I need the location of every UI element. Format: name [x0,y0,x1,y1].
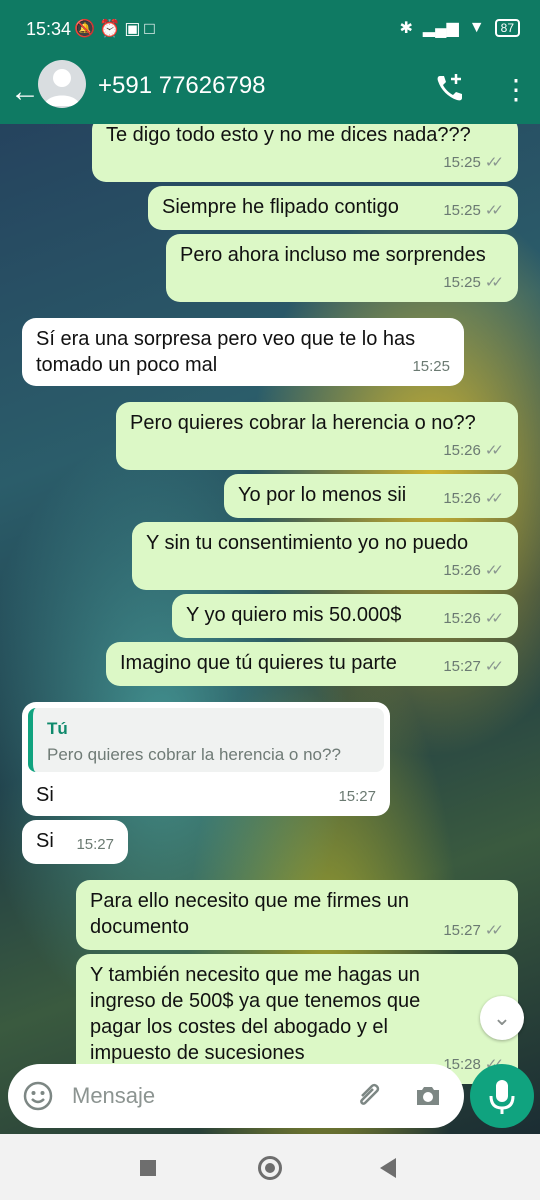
message-input[interactable] [72,1076,342,1116]
message-meta: 15:27 ✓✓ [443,654,504,680]
notification-icons: 🔕⏰▣□ [74,19,159,38]
message-bubble[interactable]: Para ello necesito que me firmes un docu… [76,880,518,950]
read-ticks-icon: ✓✓ [484,610,504,627]
read-ticks-icon: ✓✓ [484,562,504,579]
more-icon[interactable]: ⋮ [502,70,530,110]
message-text: Y sin tu consentimiento yo no puedo [146,532,469,554]
message-time: 15:25 [443,202,481,219]
message-bubble[interactable]: Siempre he flipado contigo 15:25 ✓✓ [148,186,518,230]
message-time: 15:27 [76,836,114,853]
message-line: Para ello necesito que me firmes un [90,890,410,912]
composer [8,1064,464,1128]
status-time: 15:34 [26,19,72,39]
quoted-text: Pero quieres cobrar la herencia o no?? [47,745,341,764]
message-meta: 15:26 ✓✓ [443,558,504,584]
back-arrow-icon[interactable]: ← [10,72,40,112]
attach-icon[interactable] [354,1080,384,1112]
contact-name[interactable]: +591 77626798 [98,72,266,100]
chat-header: ← +591 77626798 ⋮ [0,60,540,124]
message-bubble[interactable]: Si 15:27 [22,820,128,864]
message-text: Si [36,784,54,806]
message-line: Y también necesito que me hagas un [90,964,420,986]
read-ticks-icon: ✓✓ [484,922,504,939]
message-time: 15:27 [443,922,481,939]
message-text: Y yo quiero mis 50.000$ [186,604,402,626]
message-line: impuesto de sucesiones [90,1042,305,1064]
read-ticks-icon: ✓✓ [484,154,504,171]
message-line: documento [90,916,189,938]
message-text: Si [36,830,54,852]
message-time: 15:27 [443,658,481,675]
message-time: 15:25 [412,358,450,375]
message-list[interactable]: Te digo todo esto y no me dices nada??? … [0,124,540,1134]
message-line: pagar los costes del abogado y el [90,1016,388,1038]
message-meta: 15:25 [412,354,450,380]
message-bubble[interactable]: Tú Pero quieres cobrar la herencia o no?… [22,702,390,816]
message-meta: 15:25 ✓✓ [443,198,504,224]
message-text: Para ello necesito que me firmes un docu… [90,888,409,940]
message-line: tomado un poco mal [36,354,218,376]
message-meta: 15:25 ✓✓ [443,150,504,176]
message-time: 15:26 [443,610,481,627]
read-ticks-icon: ✓✓ [484,202,504,219]
message-bubble[interactable]: Te digo todo esto y no me dices nada??? … [92,124,518,182]
battery-icon: 87 [494,19,520,37]
message-line: ingreso de 500$ ya que tenemos que [90,990,421,1012]
emoji-icon[interactable] [22,1080,54,1112]
message-time: 15:27 [338,788,376,805]
message-meta: 15:26 ✓✓ [443,438,504,464]
read-ticks-icon: ✓✓ [484,490,504,507]
camera-icon[interactable] [414,1082,442,1110]
message-bubble[interactable]: Yo por lo menos sii 15:26 ✓✓ [224,474,518,518]
message-meta: 15:27 [338,784,376,810]
system-icons: ✱ ▂▄▆ ▼ 87 [399,18,520,38]
message-time: 15:26 [443,442,481,459]
chevron-down-icon[interactable]: ⌄ [480,996,524,1040]
message-time: 15:25 [443,274,481,291]
message-meta: 15:27 [76,832,114,858]
message-time: 15:26 [443,562,481,579]
message-text: Pero ahora incluso me sorprendes [180,244,486,266]
message-time: 15:26 [443,490,481,507]
add-call-icon[interactable] [432,70,468,106]
nav-back-icon[interactable] [380,1158,396,1178]
mic-button[interactable] [470,1064,534,1128]
message-bubble[interactable]: Pero quieres cobrar la herencia o no?? 1… [116,402,518,470]
message-meta: 15:25 ✓✓ [443,270,504,296]
message-line: Sí era una sorpresa pero veo que te lo h… [36,328,416,350]
quoted-author: Tú [47,719,68,738]
message-text: Te digo todo esto y no me dices nada??? [106,124,471,146]
signal-icon: ▂▄▆ [422,20,459,37]
home-icon[interactable] [258,1156,282,1180]
avatar[interactable] [38,60,86,108]
message-bubble[interactable]: Pero ahora incluso me sorprendes 15:25 ✓✓ [166,234,518,302]
mic-icon [489,1080,515,1114]
message-text: Sí era una sorpresa pero veo que te lo h… [36,326,415,378]
bluetooth-icon: ✱ [399,20,413,37]
read-ticks-icon: ✓✓ [484,442,504,459]
message-bubble[interactable]: Imagino que tú quieres tu parte 15:27 ✓✓ [106,642,518,686]
read-ticks-icon: ✓✓ [484,274,504,291]
recents-icon[interactable] [140,1160,156,1176]
message-meta: 15:26 ✓✓ [443,486,504,512]
wifi-icon: ▼ [468,19,485,36]
message-time: 15:25 [443,154,481,171]
message-meta: 15:26 ✓✓ [443,606,504,632]
quoted-message[interactable]: Tú Pero quieres cobrar la herencia o no?… [28,708,384,772]
message-text: Yo por lo menos sii [238,484,407,506]
message-bubble[interactable]: Y sin tu consentimiento yo no puedo 15:2… [132,522,518,590]
message-meta: 15:27 ✓✓ [443,918,504,944]
message-text: Pero quieres cobrar la herencia o no?? [130,412,476,434]
message-text: Y también necesito que me hagas un ingre… [90,962,420,1066]
read-ticks-icon: ✓✓ [484,658,504,675]
message-text: Siempre he flipado contigo [162,196,399,218]
message-bubble[interactable]: Sí era una sorpresa pero veo que te lo h… [22,318,464,386]
status-bar: 15:34 🔕⏰▣□ ✱ ▂▄▆ ▼ 87 [0,0,540,60]
message-text: Imagino que tú quieres tu parte [120,652,397,674]
message-bubble[interactable]: Y yo quiero mis 50.000$ 15:26 ✓✓ [172,594,518,638]
system-nav-bar [0,1134,540,1200]
